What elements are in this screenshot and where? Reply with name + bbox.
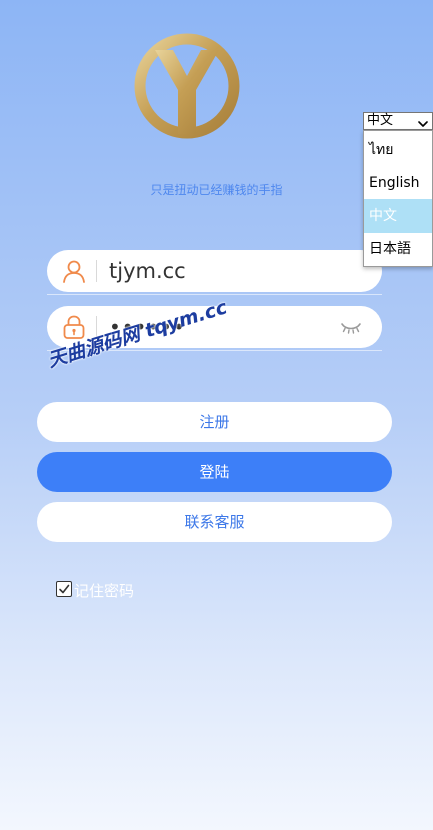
field-divider <box>96 260 97 282</box>
user-icon <box>61 258 87 284</box>
remember-checkbox[interactable] <box>56 581 72 597</box>
eye-closed-icon[interactable] <box>340 320 362 334</box>
register-button[interactable]: 注册 <box>37 402 392 442</box>
language-selected-value: 中文 <box>367 113 394 128</box>
language-option-english[interactable]: English <box>364 166 432 200</box>
language-option-thai[interactable]: ไทย <box>364 133 432 167</box>
username-input[interactable] <box>109 255 329 287</box>
language-select[interactable]: 中文 <box>363 112 433 130</box>
app-logo <box>133 32 241 140</box>
language-dropdown-list: ไทย English 中文 日本語 <box>363 130 433 267</box>
check-icon <box>59 584 70 594</box>
chevron-down-icon <box>418 117 428 127</box>
y-logo-icon <box>134 33 240 139</box>
contact-service-button[interactable]: 联系客服 <box>37 502 392 542</box>
language-option-japanese[interactable]: 日本語 <box>364 232 432 266</box>
username-field[interactable] <box>47 250 382 292</box>
remember-label: 记住密码 <box>74 582 135 600</box>
language-option-chinese[interactable]: 中文 <box>364 199 432 233</box>
login-button[interactable]: 登陆 <box>37 452 392 492</box>
